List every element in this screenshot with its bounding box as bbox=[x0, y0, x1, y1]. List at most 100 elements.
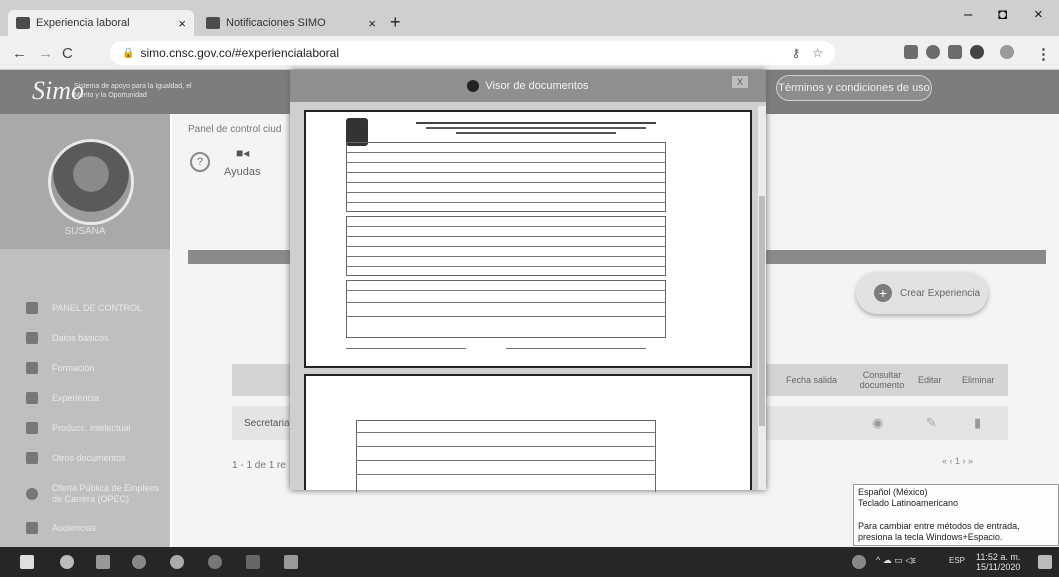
star-icon[interactable]: ☆ bbox=[812, 46, 823, 60]
tab-close-icon[interactable]: × bbox=[368, 16, 376, 31]
modal-close-button[interactable]: X bbox=[732, 76, 748, 88]
extension-icon[interactable] bbox=[948, 45, 962, 59]
profile-avatar-icon[interactable] bbox=[1000, 45, 1014, 59]
users-icon bbox=[26, 332, 38, 344]
document-rule bbox=[346, 316, 666, 317]
audience-icon bbox=[26, 522, 38, 534]
chrome-app-icon[interactable] bbox=[208, 555, 222, 569]
signature-line bbox=[346, 348, 466, 349]
document-rule bbox=[356, 446, 656, 447]
document-text-line bbox=[416, 122, 656, 124]
browser-menu-icon[interactable]: ⋮ bbox=[1036, 45, 1051, 63]
sidebar-item-opec[interactable]: Oferta Pública de Empleos de Carrera (OP… bbox=[0, 476, 170, 512]
sidebar-item-otros-documentos[interactable]: Otros documentos bbox=[0, 444, 170, 472]
minimize-button[interactable]: – bbox=[964, 6, 972, 23]
excel-icon[interactable] bbox=[284, 555, 298, 569]
sidebar-item-label: PANEL DE CONTROL bbox=[52, 303, 143, 313]
tooltip-hint: Para cambiar entre métodos de entrada, p… bbox=[858, 521, 1020, 542]
graduation-cap-icon bbox=[26, 362, 38, 374]
sidebar-item-experiencia[interactable]: Experiencia bbox=[0, 384, 170, 412]
sidebar-item-label: Datos básicos bbox=[52, 333, 109, 343]
pagination-info: 1 - 1 de 1 re bbox=[232, 460, 286, 471]
signature-line bbox=[506, 348, 646, 349]
document-text-line bbox=[426, 127, 646, 129]
reload-icon[interactable]: C bbox=[62, 45, 73, 62]
pagination-controls[interactable]: « ‹ 1 › » bbox=[942, 456, 973, 466]
extension-icon[interactable] bbox=[904, 45, 918, 59]
tooltip-keyboard: Teclado Latinoamericano bbox=[858, 498, 959, 508]
document-rule bbox=[346, 162, 666, 163]
sidebar-item-audiencias[interactable]: Audiencias bbox=[0, 514, 170, 542]
create-experience-label: Crear Experiencia bbox=[900, 287, 981, 299]
document-rule bbox=[346, 302, 666, 303]
forward-arrow-icon[interactable]: → bbox=[38, 45, 53, 62]
sidebar-item-datos-basicos[interactable]: Datos básicos bbox=[0, 324, 170, 352]
taskbar-clock[interactable]: 11:52 a. m. 15/11/2020 bbox=[976, 552, 1020, 572]
breadcrumb: Panel de control ciud bbox=[188, 124, 282, 135]
site-favicon-icon bbox=[16, 17, 30, 29]
address-toolbar: ← → C 🔒 simo.cnsc.gov.co/#experiencialab… bbox=[0, 36, 1059, 70]
key-icon[interactable]: ⚷ bbox=[791, 46, 800, 60]
video-camera-icon[interactable]: ■◂ bbox=[236, 146, 249, 160]
chrome-browser-icon[interactable] bbox=[170, 555, 184, 569]
document-rule bbox=[356, 474, 656, 475]
windows-start-icon[interactable] bbox=[20, 555, 34, 569]
sidebar-item-produccion-intelectual[interactable]: Producc. intelectual bbox=[0, 414, 170, 442]
scrollbar-thumb[interactable] bbox=[759, 196, 765, 426]
sidebar-item-label: Producc. intelectual bbox=[52, 423, 131, 433]
document-rule bbox=[346, 246, 666, 247]
user-name: SUSANA bbox=[64, 226, 106, 237]
tab-label: Notificaciones SIMO bbox=[226, 17, 326, 29]
document-rule bbox=[346, 256, 666, 257]
new-tab-button[interactable]: + bbox=[390, 12, 401, 33]
document-rule bbox=[346, 172, 666, 173]
terms-button[interactable]: Términos y condiciones de uso bbox=[776, 75, 932, 101]
delete-trash-icon[interactable]: ▮ bbox=[974, 406, 981, 440]
search-icon[interactable] bbox=[60, 555, 74, 569]
sidebar-item-formacion[interactable]: Formación bbox=[0, 354, 170, 382]
sidebar-item-label: Audiencias bbox=[52, 523, 97, 533]
file-explorer-icon[interactable] bbox=[96, 555, 110, 569]
restore-button[interactable]: ◘ bbox=[998, 6, 1007, 23]
cargo-cell: Secretaria bbox=[244, 417, 290, 429]
tab-experiencia-laboral[interactable]: Experiencia laboral × bbox=[8, 10, 194, 36]
column-header-eliminar: Eliminar bbox=[962, 375, 995, 385]
site-favicon-icon bbox=[206, 17, 220, 29]
extensions-puzzle-icon[interactable] bbox=[970, 45, 984, 59]
create-experience-button[interactable]: + Crear Experiencia bbox=[856, 272, 988, 314]
help-label[interactable]: Ayudas bbox=[224, 166, 261, 178]
language-indicator[interactable]: ESP bbox=[949, 556, 965, 565]
clock-date: 15/11/2020 bbox=[976, 562, 1021, 572]
system-tray-icons[interactable]: ^ ☁ ▭ ◁ε bbox=[876, 555, 916, 566]
document-rule bbox=[346, 182, 666, 183]
notifications-icon[interactable] bbox=[1038, 555, 1052, 569]
sidebar-item-panel-de-control[interactable]: PANEL DE CONTROL bbox=[0, 294, 170, 322]
document-viewer-modal: Visor de documentos X bbox=[290, 70, 766, 492]
tab-notificaciones-simo[interactable]: Notificaciones SIMO × bbox=[198, 10, 384, 36]
document-rule bbox=[346, 266, 666, 267]
teams-icon[interactable] bbox=[246, 555, 260, 569]
lock-icon: 🔒 bbox=[122, 47, 135, 59]
people-icon[interactable] bbox=[852, 555, 866, 569]
document-page-1 bbox=[304, 110, 752, 368]
browser-tab-strip: Experiencia laboral × Notificaciones SIM… bbox=[0, 0, 1059, 36]
viewer-scrollbar[interactable] bbox=[758, 106, 766, 490]
input-language-tooltip: Español (México) Teclado Latinoamericano… bbox=[853, 484, 1059, 546]
view-document-eye-icon[interactable]: ◉ bbox=[872, 406, 883, 440]
document-rule bbox=[346, 236, 666, 237]
edit-pencil-icon[interactable]: ✎ bbox=[926, 406, 937, 440]
window-close-button[interactable]: × bbox=[1034, 6, 1043, 23]
back-arrow-icon[interactable]: ← bbox=[12, 45, 27, 62]
eye-icon bbox=[467, 80, 480, 92]
url-text: simo.cnsc.gov.co/#experiencialaboral bbox=[140, 46, 339, 60]
profile-panel: SUSANA bbox=[0, 114, 170, 249]
tab-close-icon[interactable]: × bbox=[178, 16, 186, 31]
extension-icon[interactable] bbox=[926, 45, 940, 59]
sidebar-item-label: Otros documentos bbox=[52, 453, 126, 463]
url-bar[interactable]: 🔒 simo.cnsc.gov.co/#experiencialaboral ⚷… bbox=[110, 41, 835, 65]
sidebar-item-label: Experiencia bbox=[52, 393, 100, 403]
plus-icon: + bbox=[874, 284, 892, 302]
edge-browser-icon[interactable] bbox=[132, 555, 146, 569]
sidebar: SUSANA PANEL DE CONTROL Datos básicos Fo… bbox=[0, 114, 170, 549]
help-icon[interactable]: ? bbox=[190, 152, 210, 172]
